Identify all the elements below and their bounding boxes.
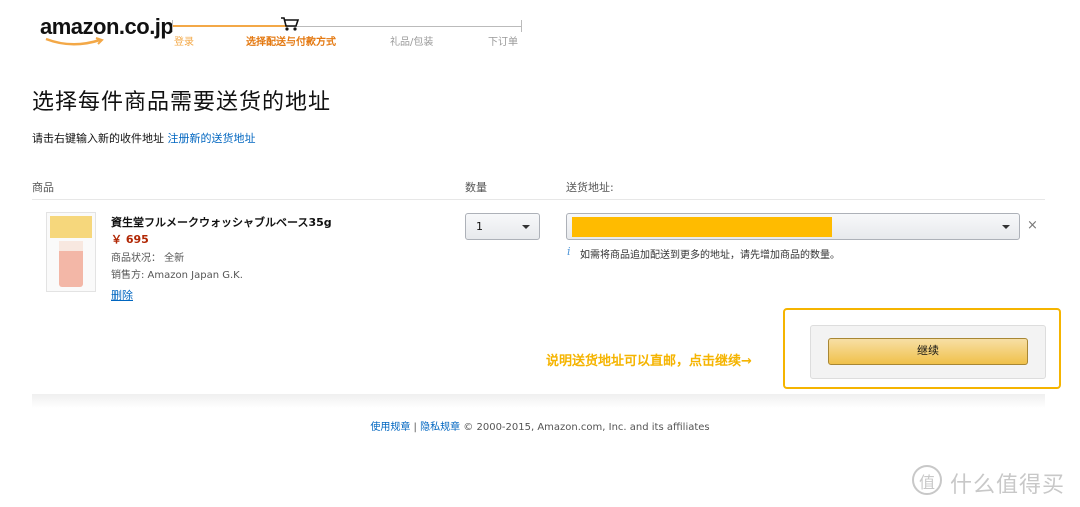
progress-tick xyxy=(172,20,173,32)
header-quantity: 数量 xyxy=(465,181,487,194)
product-image-label xyxy=(50,216,92,238)
instruction-text: 请击右键输入新的收件地址 xyxy=(32,132,164,145)
product-price: ￥ 695 xyxy=(111,233,149,246)
product-image[interactable] xyxy=(46,212,96,292)
shopping-cart-icon xyxy=(281,17,300,31)
quantity-value: 1 xyxy=(476,220,483,233)
watermark-logo-icon: 值 xyxy=(912,465,942,495)
step-shipping-payment: 选择配送与付款方式 xyxy=(246,37,336,48)
quantity-select[interactable]: 1 xyxy=(465,213,540,240)
info-icon: i xyxy=(567,245,571,258)
continue-button[interactable]: 继续 xyxy=(828,338,1028,365)
footer-separator: | xyxy=(413,422,417,433)
footer: 使用规章 | 隐私规章 © 2000-2015, Amazon.com, Inc… xyxy=(0,418,1080,433)
amazon-logo[interactable]: amazon.co.jp xyxy=(40,14,174,48)
step-login: 登录 xyxy=(174,37,194,48)
page-title: 选择每件商品需要送货的地址 xyxy=(32,90,332,115)
redacted-address xyxy=(572,217,832,237)
watermark-text: 什么值得买 xyxy=(950,473,1066,498)
instruction-line: 请击右键输入新的收件地址 注册新的送货地址 xyxy=(32,130,256,146)
remove-address-icon[interactable]: × xyxy=(1027,218,1038,233)
copyright-text: © 2000-2015, Amazon.com, Inc. and its af… xyxy=(463,422,710,433)
delete-item-link[interactable]: 删除 xyxy=(111,287,133,303)
address-select[interactable] xyxy=(566,213,1020,240)
add-address-link[interactable]: 注册新的送货地址 xyxy=(168,132,256,145)
header-address: 送货地址: xyxy=(566,181,614,194)
watermark: 值 什么值得买 xyxy=(912,463,1072,499)
product-name[interactable]: 資生堂フルメークウォッシャブルベース35g xyxy=(111,214,332,230)
privacy-link[interactable]: 隐私规章 xyxy=(420,422,460,433)
product-seller: 销售方: Amazon Japan G.K. xyxy=(111,270,243,281)
table-divider xyxy=(32,199,1045,200)
product-condition: 商品状况： 全新 xyxy=(111,253,185,264)
annotation-text: 说明送货地址可以直邮，点击继续→ xyxy=(546,354,752,369)
chevron-down-icon xyxy=(522,225,530,229)
terms-link[interactable]: 使用规章 xyxy=(370,422,410,433)
smile-arrow-icon xyxy=(45,37,104,46)
progress-tick xyxy=(521,20,522,32)
product-image-cap xyxy=(59,241,83,251)
progress-track-active xyxy=(172,25,287,27)
footer-divider xyxy=(32,394,1045,408)
header-product: 商品 xyxy=(32,181,54,194)
checkout-progress: 登录 选择配送与付款方式 礼品/包装 下订单 xyxy=(172,14,522,54)
watermark-logo-char: 值 xyxy=(919,473,936,492)
chevron-down-icon xyxy=(1002,225,1010,229)
address-note: 如需将商品追加配送到更多的地址，请先增加商品的数量。 xyxy=(580,250,840,261)
step-gift-wrap: 礼品/包装 xyxy=(390,37,434,48)
step-place-order: 下订单 xyxy=(488,37,518,48)
